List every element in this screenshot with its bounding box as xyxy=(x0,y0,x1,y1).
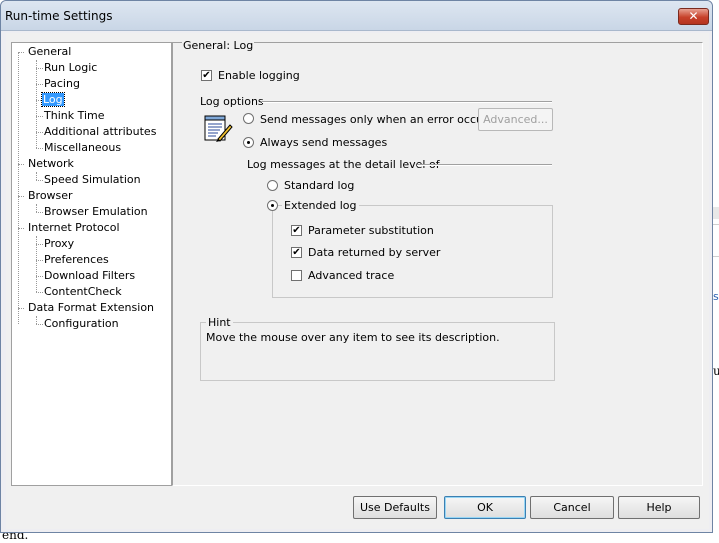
tree-item-download-filters[interactable]: Download Filters xyxy=(44,269,135,283)
tree-item-general[interactable]: General xyxy=(28,45,71,59)
tree-item-browser[interactable]: Browser xyxy=(28,189,73,203)
dialog-client-area: General Run Logic Pacing Log Think Time … xyxy=(6,33,709,529)
ok-button[interactable]: OK xyxy=(444,496,526,519)
log-options-label: Log options xyxy=(200,95,264,108)
tree-connector xyxy=(36,116,43,117)
tree-connector xyxy=(18,196,24,197)
tree-connector xyxy=(36,132,43,133)
tree-connector xyxy=(36,172,37,180)
tree-connector xyxy=(18,164,24,165)
parameter-substitution-checkbox[interactable]: ✔ xyxy=(291,225,302,236)
window-title: Run-time Settings xyxy=(5,9,113,23)
log-notepad-icon xyxy=(204,115,233,142)
close-button[interactable]: ✕ xyxy=(678,8,709,25)
tree-connector xyxy=(36,276,43,277)
standard-log-label[interactable]: Standard log xyxy=(284,179,354,192)
tree-connector xyxy=(36,212,43,213)
tree-item-think-time[interactable]: Think Time xyxy=(44,109,105,123)
tree-item-pacing[interactable]: Pacing xyxy=(44,77,80,91)
detail-level-separator xyxy=(417,164,552,166)
help-button[interactable]: Help xyxy=(618,496,700,519)
enable-logging-checkbox[interactable]: ✔ xyxy=(201,70,212,81)
use-defaults-button[interactable]: Use Defaults xyxy=(353,496,437,519)
always-send-radio[interactable] xyxy=(243,137,254,148)
tree-item-proxy[interactable]: Proxy xyxy=(44,237,74,251)
send-on-error-radio[interactable] xyxy=(243,113,254,124)
panel-header: General: Log xyxy=(182,39,255,52)
tree-item-configuration[interactable]: Configuration xyxy=(44,317,119,331)
tree-connector xyxy=(36,324,43,325)
tree-connector xyxy=(36,68,43,69)
tree-connector xyxy=(18,52,24,53)
background-window-text: s xyxy=(713,290,719,303)
title-bar[interactable]: Run-time Settings ✕ xyxy=(1,1,712,31)
log-options-separator xyxy=(262,101,552,103)
tree-connector xyxy=(18,308,24,309)
tree-connector xyxy=(18,52,19,324)
tree-connector xyxy=(36,60,37,148)
background-window-line xyxy=(713,224,719,225)
tree-item-browser-emulation[interactable]: Browser Emulation xyxy=(44,205,148,219)
advanced-trace-label[interactable]: Advanced trace xyxy=(308,269,394,282)
parameter-substitution-label[interactable]: Parameter substitution xyxy=(308,224,434,237)
tree-item-data-format-extension[interactable]: Data Format Extension xyxy=(28,301,154,315)
data-returned-label[interactable]: Data returned by server xyxy=(308,246,440,259)
tree-connector xyxy=(36,244,43,245)
tree-connector xyxy=(36,204,37,212)
run-time-settings-dialog: Run-time Settings ✕ General Run Logic Pa… xyxy=(0,0,713,533)
tree-item-miscellaneous[interactable]: Miscellaneous xyxy=(44,141,121,155)
advanced-button[interactable]: Advanced... xyxy=(478,108,553,131)
hint-text: Move the mouse over any item to see its … xyxy=(206,331,500,344)
tree-item-additional-attributes[interactable]: Additional attributes xyxy=(44,125,156,139)
tree-connector xyxy=(36,180,43,181)
enable-logging-label[interactable]: Enable logging xyxy=(218,69,300,82)
tree-item-run-logic[interactable]: Run Logic xyxy=(44,61,97,75)
tree-connector xyxy=(18,228,24,229)
cancel-button[interactable]: Cancel xyxy=(530,496,614,519)
send-on-error-label[interactable]: Send messages only when an error occurs xyxy=(260,113,493,126)
background-window-line xyxy=(713,207,719,219)
always-send-label[interactable]: Always send messages xyxy=(260,136,387,149)
tree-item-preferences[interactable]: Preferences xyxy=(44,253,109,267)
tree-connector xyxy=(36,292,43,293)
settings-tree[interactable]: General Run Logic Pacing Log Think Time … xyxy=(11,42,172,486)
extended-log-radio[interactable] xyxy=(267,200,278,211)
standard-log-radio[interactable] xyxy=(267,180,278,191)
settings-panel: General: Log ✔ Enable logging Log option… xyxy=(172,39,703,486)
tree-item-log[interactable]: Log xyxy=(41,92,65,107)
close-icon: ✕ xyxy=(688,9,699,23)
tree-item-network[interactable]: Network xyxy=(28,157,74,171)
detail-level-label: Log messages at the detail level of xyxy=(247,158,440,171)
tree-item-internet-protocol[interactable]: Internet Protocol xyxy=(28,221,120,235)
tree-connector xyxy=(36,316,37,324)
advanced-trace-checkbox[interactable] xyxy=(291,270,302,281)
background-window-line xyxy=(713,256,719,257)
tree-connector xyxy=(36,260,43,261)
extended-log-label[interactable]: Extended log xyxy=(282,199,359,212)
hint-label: Hint xyxy=(206,316,233,329)
tree-connector xyxy=(36,148,43,149)
tree-item-speed-simulation[interactable]: Speed Simulation xyxy=(44,173,141,187)
data-returned-checkbox[interactable]: ✔ xyxy=(291,247,302,258)
tree-item-contentcheck[interactable]: ContentCheck xyxy=(44,285,122,299)
tree-connector xyxy=(36,84,43,85)
background-window-text: u xyxy=(713,364,719,378)
